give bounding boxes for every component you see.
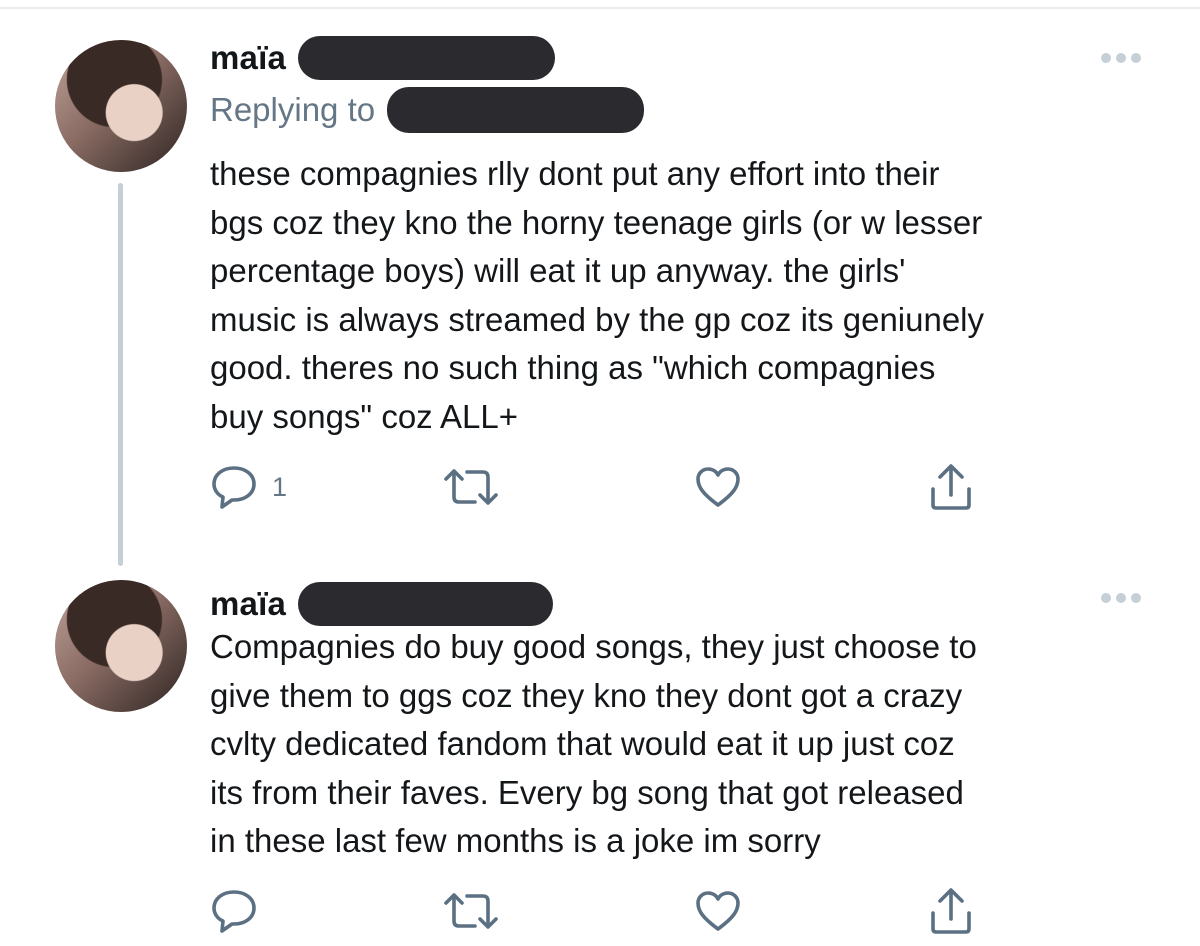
- avatar[interactable]: [55, 580, 187, 712]
- retweet-icon: [444, 469, 498, 505]
- reply-icon: [212, 890, 256, 933]
- thread-line: [118, 183, 123, 566]
- retweet-button[interactable]: [442, 462, 500, 512]
- like-icon: [696, 467, 740, 507]
- redacted-handle: [298, 36, 556, 80]
- like-button[interactable]: [695, 462, 741, 512]
- replying-to: Replying to: [210, 87, 645, 133]
- share-button[interactable]: [928, 462, 974, 512]
- action-bar: 1: [210, 462, 990, 512]
- like-button[interactable]: [695, 886, 741, 936]
- author-row: maïa: [210, 582, 554, 626]
- reply-button[interactable]: 1: [210, 462, 287, 512]
- redacted-reply-target: [387, 87, 645, 133]
- avatar[interactable]: [55, 40, 187, 172]
- retweet-icon: [444, 893, 498, 929]
- reply-count: 1: [272, 471, 288, 502]
- display-name[interactable]: maïa: [210, 585, 286, 623]
- action-bar: [210, 886, 990, 936]
- share-button[interactable]: [928, 886, 974, 936]
- display-name[interactable]: maïa: [210, 39, 286, 77]
- tweet-2[interactable]: maïa Compagnies do buy good songs, they …: [0, 566, 1200, 946]
- replying-to-label: Replying to: [210, 91, 376, 128]
- share-icon: [931, 464, 971, 510]
- tweet-text: Compagnies do buy good songs, they just …: [210, 628, 977, 859]
- share-icon: [931, 888, 971, 934]
- more-icon[interactable]: [1100, 592, 1142, 604]
- more-icon[interactable]: [1100, 52, 1142, 64]
- reply-button[interactable]: [210, 886, 272, 936]
- tweet-1[interactable]: maïa Replying to these compagnies rlly d…: [0, 0, 1200, 566]
- like-icon: [696, 891, 740, 931]
- retweet-button[interactable]: [442, 886, 500, 936]
- redacted-handle: [298, 582, 554, 626]
- reply-icon: [212, 466, 256, 509]
- author-row: maïa: [210, 36, 556, 80]
- tweet-text: these compagnies rlly dont put any effor…: [210, 155, 985, 435]
